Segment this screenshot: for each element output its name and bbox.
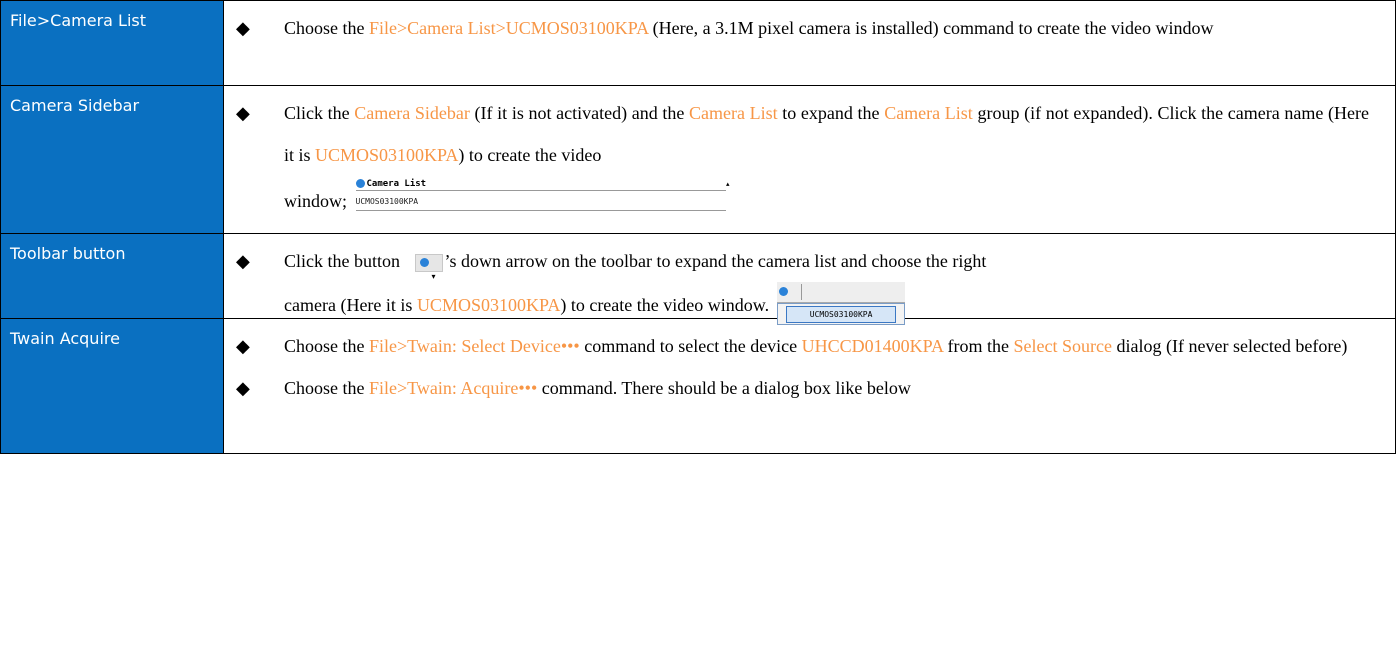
triangle-up-icon[interactable]: ▴: [726, 178, 730, 190]
text-segment: (If it is not activated) and the: [469, 103, 689, 123]
camera-name-highlight: UCMOS03100KPA: [315, 145, 459, 165]
bullet-icon: ◆: [236, 103, 250, 123]
menu-path-highlight: File>Twain: Acquire•••: [369, 378, 538, 398]
text-segment: command to select the device: [579, 336, 802, 356]
text-segment: ) to create the video: [458, 145, 602, 165]
device-name-highlight: UHCCD01400KPA: [801, 336, 944, 356]
camera-icon: [355, 179, 365, 188]
camera-icon: [779, 287, 789, 296]
row-header: File>Camera List: [1, 1, 224, 85]
row-header: Toolbar button: [1, 234, 224, 318]
instruction-text: Click the Camera Sidebar (If it is not a…: [284, 92, 1369, 176]
camera-list-highlight: Camera List: [689, 103, 778, 123]
menu-path-highlight: File>Twain: Select Device•••: [369, 336, 580, 356]
camera-name-highlight: UCMOS03100KPA: [416, 295, 561, 315]
bullet-icon: ◆: [236, 378, 250, 398]
instruction-text: Choose the File>Twain: Acquire••• comman…: [284, 367, 1369, 409]
camera-list-title: Camera List: [366, 179, 427, 189]
camera-list-item[interactable]: UCMOS03100KPA: [355, 196, 726, 211]
text-segment: Choose the: [284, 18, 369, 38]
row-header: Twain Acquire: [1, 319, 224, 453]
camera-dropdown-button[interactable]: ▾: [777, 282, 906, 310]
table-row: Camera Sidebar ◆ Click the Camera Sideba…: [1, 86, 1396, 234]
table-row: Twain Acquire ◆ Choose the File>Twain: S…: [1, 319, 1396, 454]
row-header: Camera Sidebar: [1, 86, 224, 233]
row-content: ◆ Choose the File>Camera List>UCMOS03100…: [224, 1, 1396, 85]
row-content: ◆ Choose the File>Twain: Select Device••…: [224, 319, 1396, 453]
camera-list-panel: Camera List ▴ UCMOS03100KPA: [355, 176, 730, 222]
text-segment: window;: [284, 191, 347, 211]
bullet-icon: ◆: [236, 18, 250, 38]
row-content: ◆ Click the button ▾’s down arrow on the…: [224, 234, 1396, 325]
table-row: Toolbar button ◆ Click the button ▾’s do…: [1, 234, 1396, 325]
instruction-text: Choose the File>Twain: Select Device••• …: [284, 325, 1369, 367]
chevron-down-icon[interactable]: ▾: [432, 256, 436, 298]
instruction-table: File>Camera List ◆ Choose the File>Camer…: [0, 0, 1396, 454]
text-segment: camera (Here it is: [284, 295, 417, 315]
camera-list-highlight: Camera List: [884, 103, 973, 123]
camera-list-header[interactable]: Camera List ▴: [355, 178, 730, 191]
instruction-text: Choose the File>Camera List>UCMOS03100KP…: [284, 7, 1369, 49]
text-segment: (Here, a 3.1M pixel camera is installed)…: [648, 18, 1214, 38]
instruction-text: Click the button ▾’s down arrow on the t…: [284, 240, 1369, 326]
table-row: File>Camera List ◆ Choose the File>Camer…: [1, 1, 1396, 86]
bullet-icon: ◆: [236, 251, 250, 271]
dialog-name-highlight: Select Source: [1013, 336, 1112, 356]
text-segment: Choose the: [284, 378, 369, 398]
bullet-icon: ◆: [236, 336, 250, 356]
row-content: ◆ Click the Camera Sidebar (If it is not…: [224, 86, 1396, 233]
text-segment: to expand the: [777, 103, 885, 123]
menu-path-highlight: File>Camera List>UCMOS03100KPA: [369, 18, 649, 38]
text-segment: ) to create the video window.: [560, 295, 770, 315]
sidebar-highlight: Camera Sidebar: [354, 103, 470, 123]
text-segment: command. There should be a dialog box li…: [537, 378, 911, 398]
text-segment: Click the button: [284, 251, 405, 271]
text-segment: dialog (If never selected before): [1112, 336, 1348, 356]
continuation-line: window; Camera List ▴ UCMOS03100KPA: [236, 176, 1369, 222]
text-segment: Choose the: [284, 336, 369, 356]
separator: [801, 284, 803, 300]
camera-icon: [419, 257, 429, 267]
text-segment: ’s down arrow on the toolbar to expand t…: [444, 251, 987, 271]
toolbar-camera-button[interactable]: ▾: [414, 253, 443, 281]
text-segment: from the: [943, 336, 1014, 356]
text-segment: Click the: [284, 103, 355, 123]
